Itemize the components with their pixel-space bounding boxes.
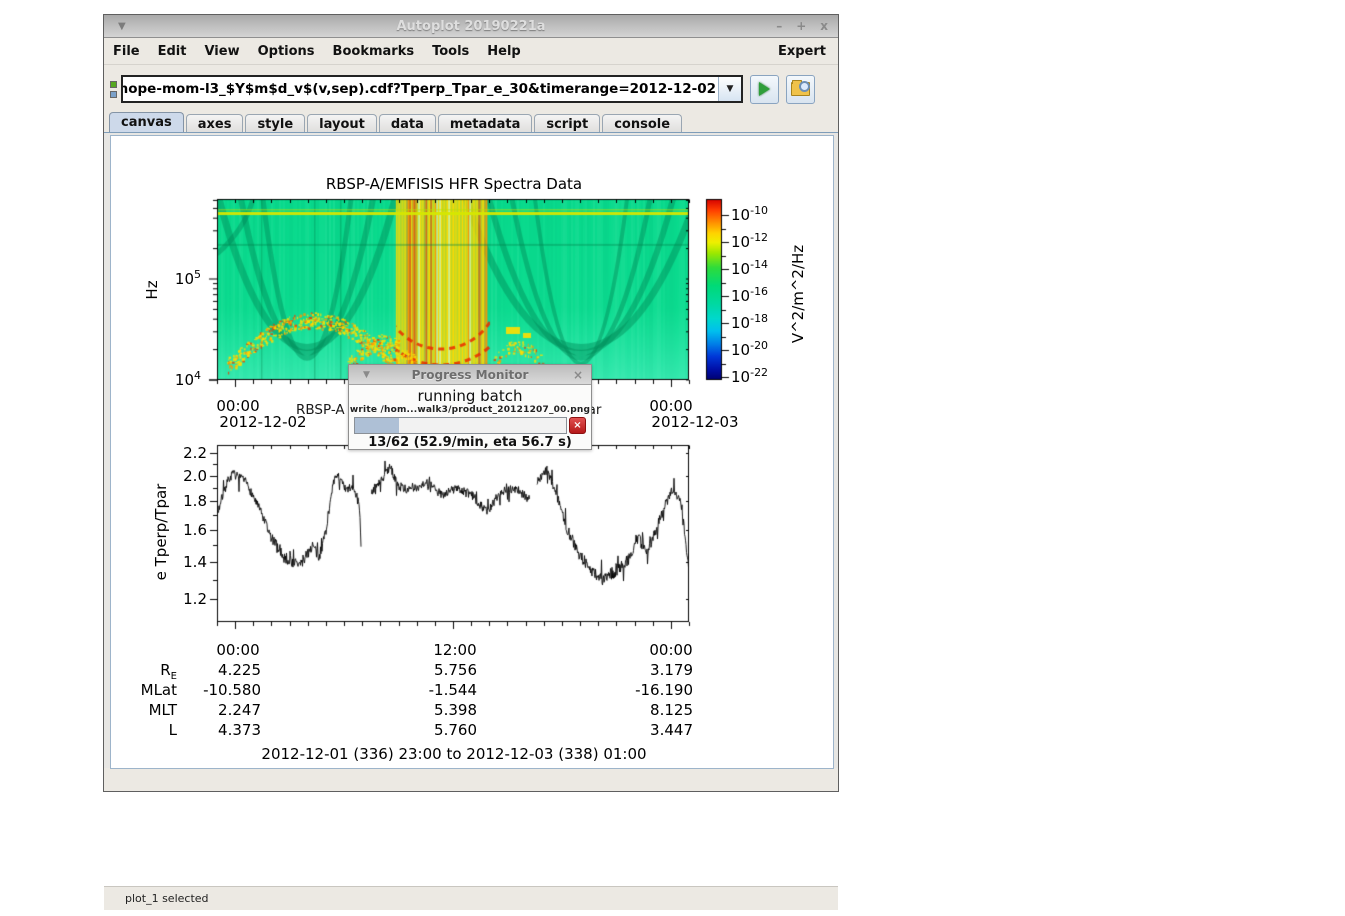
menu-file[interactable]: File (104, 41, 149, 62)
menubar: FileEditViewOptionsBookmarksToolsHelp Ex… (104, 38, 838, 65)
progress-task-label: running batch (349, 387, 591, 405)
uri-dropdown-button[interactable]: ▼ (718, 77, 741, 101)
window-titlebar[interactable]: ▼ Autoplot 20190221a – + x (104, 15, 838, 38)
table-cell-value: 2.247 (218, 701, 261, 719)
menu-help[interactable]: Help (478, 41, 529, 62)
lineplot-ytick-label: 1.2 (183, 590, 207, 608)
menu-edit[interactable]: Edit (149, 41, 196, 62)
tab-canvas[interactable]: canvas (109, 112, 184, 134)
folder-search-icon (791, 82, 810, 96)
progress-monitor-dialog[interactable]: ▼ Progress Monitor × running batch write… (348, 364, 592, 450)
tab-strip: canvasaxesstylelayoutdatametadatascriptc… (104, 113, 838, 134)
chevron-down-icon: ▼ (727, 84, 734, 94)
colorbar-tick-label: 10-10 (731, 204, 768, 224)
progress-bar (354, 417, 567, 434)
status-bar: plot_1 selected (104, 886, 838, 910)
lineplot-ytick-label: 1.8 (183, 492, 207, 510)
table-cell-value: -16.190 (635, 681, 693, 699)
table-cell-value: 8.125 (650, 701, 693, 719)
uri-input[interactable]: a_rel04_ect-hope-mom-l3_$Y$m$d_v$(v,sep)… (123, 81, 718, 97)
table-cell-value: 5.756 (434, 661, 477, 679)
window-title: Autoplot 20190221a (104, 19, 838, 34)
colorbar-tick-label: 10-22 (731, 366, 768, 386)
lineplot-ytick-label: 2.0 (183, 467, 207, 485)
lineplot-xtick-label: 00:00 (216, 641, 259, 659)
tab-script[interactable]: script (534, 114, 600, 134)
table-row-label: RE (160, 661, 177, 682)
lineplot-xtick-label: 00:00 (649, 641, 692, 659)
progress-status-label: 13/62 (52.9/min, eta 56.7 s) (349, 435, 591, 450)
play-icon (759, 82, 770, 96)
go-button[interactable] (750, 75, 779, 104)
spectro-xtick-left-date: 2012-12-02 (219, 413, 306, 431)
autoplot-window: ▼ Autoplot 20190221a – + x FileEditViewO… (103, 14, 839, 792)
inspect-uri-button[interactable] (786, 75, 815, 104)
colorbar-tick-label: 10-18 (731, 312, 768, 332)
menu-bookmarks[interactable]: Bookmarks (324, 41, 424, 62)
overplot-led-icon[interactable] (110, 91, 117, 98)
spectrogram-title: RBSP-A/EMFISIS HFR Spectra Data (326, 175, 582, 193)
menu-options[interactable]: Options (249, 41, 324, 62)
plot-canvas-panel[interactable]: RBSP-A/EMFISIS HFR Spectra Data Hz V^2/m… (110, 135, 834, 769)
lineplot-ytick-label: 2.2 (183, 444, 207, 462)
uri-status-leds (110, 81, 117, 98)
menu-tools[interactable]: Tools (423, 41, 478, 62)
colorbar-tick-label: 10-14 (731, 258, 768, 278)
uri-field: a_rel04_ect-hope-mom-l3_$Y$m$d_v$(v,sep)… (121, 75, 743, 103)
lineplot-ytick-label: 1.6 (183, 521, 207, 539)
progress-detail-label: write /hom...walk3/product_20121207_00.p… (349, 405, 591, 415)
uri-toolbar: a_rel04_ect-hope-mom-l3_$Y$m$d_v$(v,sep)… (104, 65, 838, 113)
tab-metadata[interactable]: metadata (438, 114, 532, 134)
table-cell-value: 3.447 (650, 721, 693, 739)
progress-dialog-title: Progress Monitor (349, 368, 591, 382)
tab-console[interactable]: console (602, 114, 682, 134)
table-cell-value: 3.179 (650, 661, 693, 679)
status-text: plot_1 selected (125, 892, 209, 905)
spectro-ytick-1e5: 105 (175, 268, 201, 288)
spectro-ytick-1e4: 104 (175, 369, 201, 389)
colorbar-tick-label: 10-12 (731, 231, 768, 251)
colorbar-label: V^2/m^2/Hz (789, 245, 807, 343)
lineplot-ylabel: e Tperp/Tpar (152, 484, 170, 581)
progress-bar-fill (355, 418, 399, 433)
table-cell-value: 4.225 (218, 661, 261, 679)
content-area: RBSP-A/EMFISIS HFR Spectra Data Hz V^2/m… (104, 132, 838, 768)
table-cell-value: 5.398 (434, 701, 477, 719)
menu-view[interactable]: View (195, 41, 248, 62)
magnifier-icon (799, 81, 810, 92)
tab-style[interactable]: style (245, 114, 305, 134)
table-row-label: MLT (149, 701, 177, 719)
colorbar-tick-label: 10-16 (731, 285, 768, 305)
lineplot-xtick-label: 12:00 (433, 641, 476, 659)
timerange-footer: 2012-12-01 (336) 23:00 to 2012-12-03 (33… (261, 745, 646, 763)
tab-axes[interactable]: axes (186, 114, 244, 134)
table-cell-value: 5.760 (434, 721, 477, 739)
plot-led-icon[interactable] (110, 81, 117, 88)
stop-button[interactable]: × (569, 417, 586, 434)
table-cell-value: -1.544 (429, 681, 477, 699)
expert-label[interactable]: Expert (778, 44, 838, 59)
spectro-xtick-right-date: 2012-12-03 (651, 413, 738, 431)
table-row-label: MLat (141, 681, 177, 699)
tab-data[interactable]: data (379, 114, 436, 134)
table-cell-value: -10.580 (203, 681, 261, 699)
spectrogram-ylabel: Hz (143, 280, 161, 299)
lineplot-ytick-label: 1.4 (183, 553, 207, 571)
table-row-label: L (169, 721, 177, 739)
colorbar-tick-label: 10-20 (731, 339, 768, 359)
progress-dialog-titlebar[interactable]: ▼ Progress Monitor × (349, 365, 591, 385)
tab-layout[interactable]: layout (307, 114, 377, 134)
table-cell-value: 4.373 (218, 721, 261, 739)
